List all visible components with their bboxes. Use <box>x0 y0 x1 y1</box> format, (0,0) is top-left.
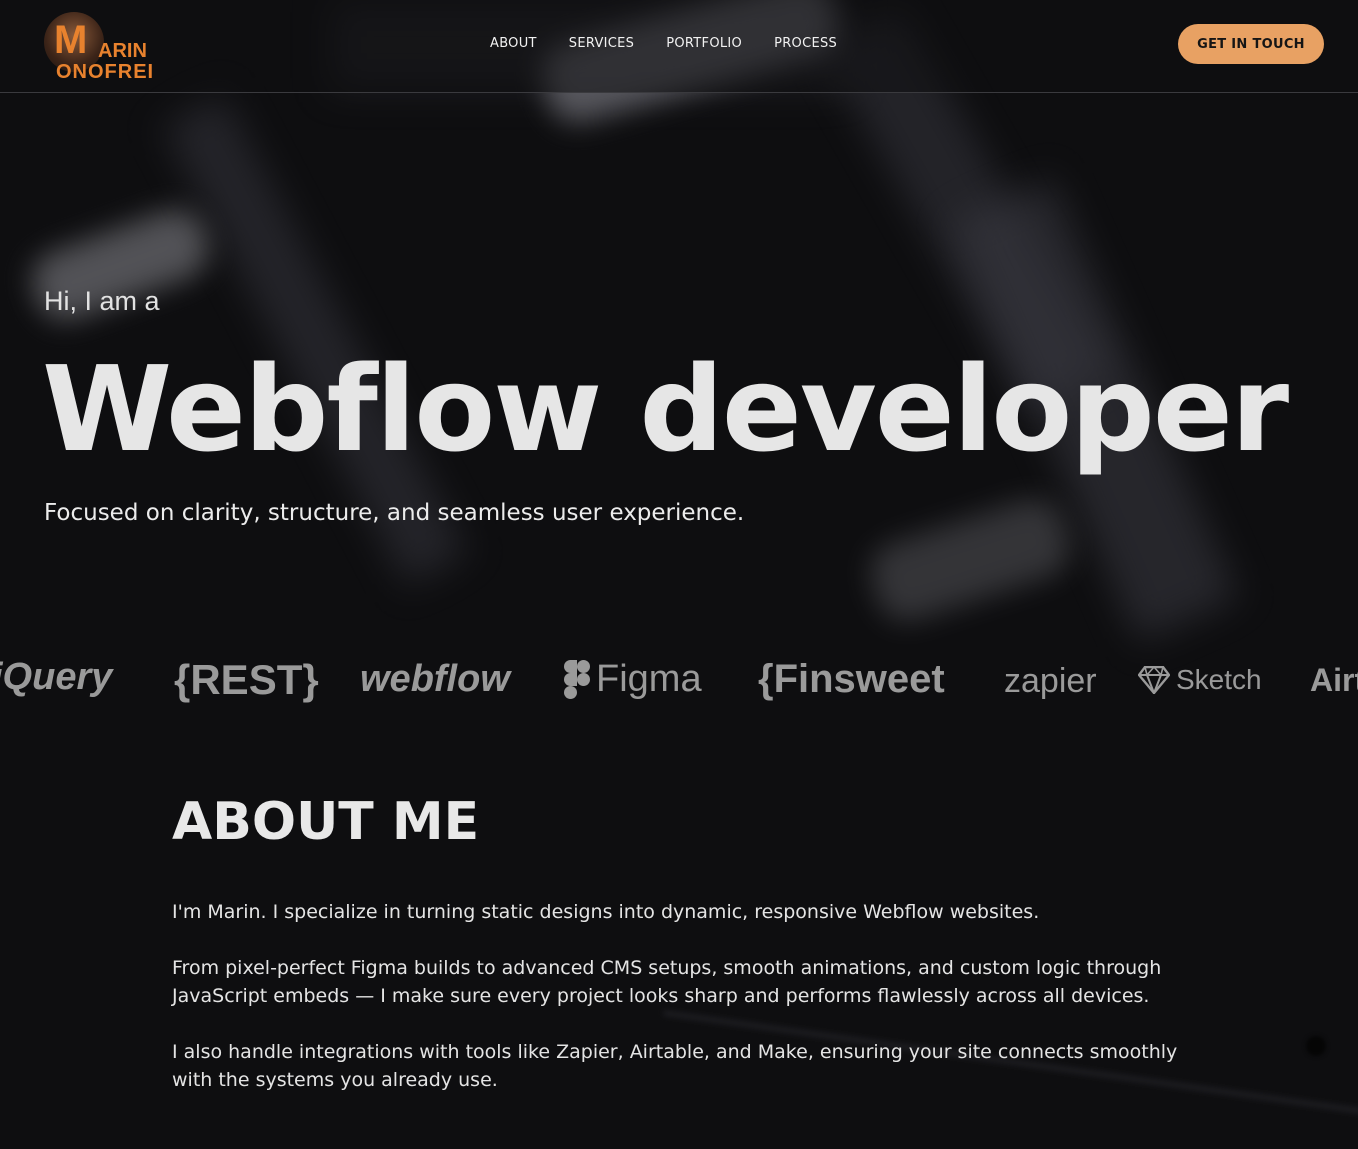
logo-name-line2: ONOFREI <box>56 61 155 83</box>
airtable-label: Airtable <box>1310 662 1358 698</box>
nav-link-services[interactable]: SERVICES <box>569 36 634 51</box>
about-paragraph-1: I'm Marin. I specialize in turning stati… <box>172 901 1040 923</box>
sketch-icon <box>1138 666 1170 694</box>
tools-logo-strip: jQuery {REST} webflow Figma {Finsweet za… <box>0 648 1358 718</box>
finsweet-logo: {Finsweet <box>758 657 945 702</box>
hero-headline: Webflow developer <box>42 340 1289 478</box>
zapier-label: zapier <box>1004 662 1097 700</box>
nav-link-portfolio[interactable]: PORTFOLIO <box>666 36 742 51</box>
rest-logo: {REST} <box>174 656 319 704</box>
hero-tagline: Focused on clarity, structure, and seaml… <box>44 500 745 526</box>
figma-label: Figma <box>596 658 702 700</box>
brand-logo[interactable]: M ARIN ONOFREI <box>44 12 155 83</box>
jquery-label: jQuery <box>0 656 113 698</box>
get-in-touch-button[interactable]: GET IN TOUCH <box>1178 24 1324 64</box>
about-paragraph-3: I also handle integrations with tools li… <box>172 1041 1178 1091</box>
sketch-logo: Sketch <box>1138 664 1262 696</box>
figma-icon <box>564 659 590 700</box>
jquery-logo: jQuery <box>0 656 112 699</box>
sketch-label: Sketch <box>1176 664 1262 695</box>
hero-intro: Hi, I am a <box>44 286 160 316</box>
nav-link-about[interactable]: ABOUT <box>490 36 537 51</box>
webflow-logo: webflow <box>360 658 510 701</box>
about-title: ABOUT ME <box>172 792 480 852</box>
logo-letter: M <box>54 18 88 62</box>
webflow-label: webflow <box>360 658 510 700</box>
nav-link-process[interactable]: PROCESS <box>774 36 837 51</box>
figma-logo: Figma <box>564 658 702 701</box>
site-header: M ARIN ONOFREI ABOUT SERVICES PORTFOLIO … <box>0 0 1358 93</box>
logo-name-line1: ARIN <box>98 40 147 62</box>
zapier-logo: zapier <box>1004 662 1097 701</box>
main-nav: ABOUT SERVICES PORTFOLIO PROCESS <box>490 36 837 51</box>
about-paragraph-2: From pixel-perfect Figma builds to advan… <box>172 957 1162 1007</box>
airtable-logo: Airtable <box>1310 662 1358 699</box>
rest-label: {REST} <box>174 656 319 703</box>
finsweet-label: {Finsweet <box>758 657 945 701</box>
